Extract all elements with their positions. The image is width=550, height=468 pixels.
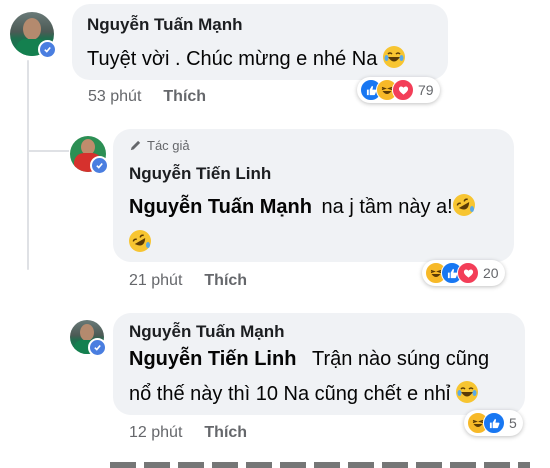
reaction-summary[interactable]: 79 (357, 77, 440, 103)
comment-meta: 53 phút Thích (88, 88, 206, 106)
love-icon (392, 79, 414, 101)
reaction-count: 20 (483, 265, 499, 281)
like-button[interactable]: Thích (163, 88, 206, 105)
reply-thread-connector (27, 150, 69, 152)
comment-emoji-line (129, 230, 151, 255)
clipped-next-comment (110, 462, 530, 468)
avatar-tien-linh[interactable] (70, 136, 109, 175)
love-icon (457, 262, 479, 284)
comment-author[interactable]: Nguyễn Tiến Linh (129, 164, 271, 184)
like-button[interactable]: Thích (204, 424, 247, 441)
pencil-icon (130, 140, 141, 151)
comment-body: nổ thế này thì 10 Na cũng chết e nhỉ (129, 383, 451, 405)
avatar-tuan-manh[interactable] (70, 320, 107, 357)
comment-text: Nguyễn Tiến Linh Trận nào súng cũng (129, 348, 489, 371)
verified-badge-icon (88, 338, 107, 357)
comment-text: Tuyệt vời . Chúc mừng e nhé Na (87, 46, 405, 71)
like-icon (483, 412, 505, 434)
comment-time[interactable]: 12 phút (129, 424, 182, 441)
comment-time[interactable]: 21 phút (129, 272, 182, 289)
rolling-laughing-emoji-icon (129, 230, 151, 252)
verified-badge-icon (90, 156, 109, 175)
rolling-laughing-emoji-icon (452, 194, 475, 216)
comment-body: na j tầm này a! (321, 196, 453, 218)
laughing-tears-emoji-icon (455, 381, 478, 403)
author-badge: Tác giả (129, 138, 190, 153)
like-button[interactable]: Thích (204, 272, 247, 289)
reaction-count: 5 (509, 415, 517, 431)
comment-body: Tuyệt vời . Chúc mừng e nhé Na (87, 48, 378, 70)
comment-meta: 12 phút Thích (129, 424, 247, 442)
comment-body: Trận nào súng cũng (311, 348, 490, 370)
mention-link[interactable]: Nguyễn Tiến Linh (129, 348, 296, 370)
author-badge-label: Tác giả (147, 138, 190, 153)
comment-time[interactable]: 53 phút (88, 88, 141, 105)
avatar-tuan-manh[interactable] (10, 12, 57, 59)
mention-link[interactable]: Nguyễn Tuấn Mạnh (129, 196, 312, 218)
reaction-count: 79 (418, 82, 434, 98)
comment-text: Nguyễn Tuấn Mạnh na j tầm này a! (129, 194, 475, 219)
comment-meta: 21 phút Thích (129, 272, 247, 290)
comment-author[interactable]: Nguyễn Tuấn Mạnh (87, 15, 243, 35)
reaction-summary[interactable]: 5 (464, 410, 523, 436)
reply-thread-line (27, 60, 29, 270)
comment-text-line2: nổ thế này thì 10 Na cũng chết e nhỉ (129, 381, 478, 406)
verified-badge-icon (38, 40, 57, 59)
laughing-tears-emoji-icon (382, 46, 405, 68)
comment-author[interactable]: Nguyễn Tuấn Mạnh (129, 322, 285, 342)
reaction-summary[interactable]: 20 (422, 260, 505, 286)
